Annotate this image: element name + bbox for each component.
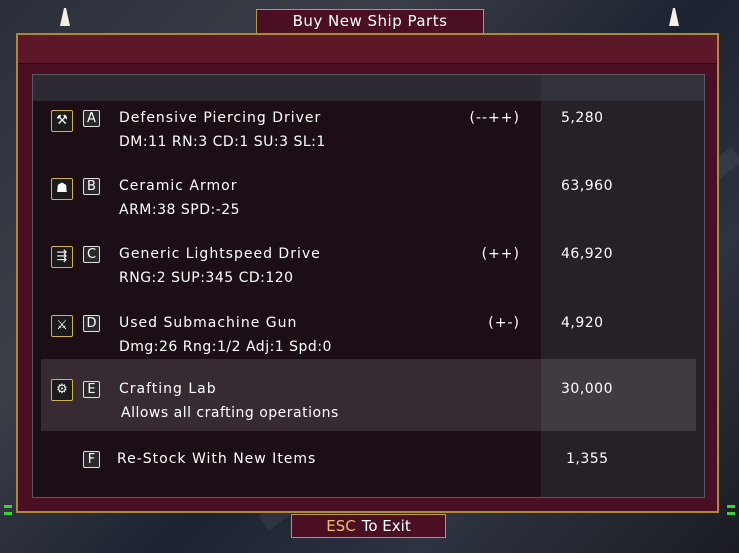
item-modifier: (--++) [469, 110, 520, 126]
item-key-b[interactable]: B [83, 178, 100, 195]
armor-icon: ☗ [51, 178, 73, 200]
item-key-a[interactable]: A [83, 110, 100, 127]
list-item[interactable]: F Re-Stock With New Items 1,355 [41, 445, 696, 511]
item-price: 30,000 [561, 381, 613, 397]
item-price: 63,960 [561, 178, 613, 194]
gun-icon: ⚔ [51, 315, 73, 337]
item-price: 5,280 [561, 110, 604, 126]
exit-button[interactable]: ESC To Exit [291, 514, 446, 538]
item-modifier: (++) [481, 246, 520, 262]
item-name: Used Submachine Gun [119, 315, 298, 331]
side-indicator [4, 512, 12, 515]
list-item[interactable]: ☗ B Ceramic Armor ARM:38 SPD:-25 63,960 [41, 173, 696, 239]
side-indicator [727, 512, 735, 515]
drive-icon: ⇶ [51, 246, 73, 268]
item-name: Ceramic Armor [119, 178, 238, 194]
item-stats: Dmg:26 Rng:1/2 Adj:1 Spd:0 [119, 339, 332, 355]
piercing-driver-icon: ⚒ [51, 110, 73, 132]
item-price: 4,920 [561, 315, 604, 331]
item-price: 1,355 [566, 451, 609, 467]
list-item[interactable]: ⚙ E Crafting Lab Allows all crafting ope… [41, 359, 696, 431]
item-key-c[interactable]: C [83, 246, 100, 263]
item-name: Crafting Lab [119, 381, 217, 397]
item-stats: ARM:38 SPD:-25 [119, 202, 241, 218]
exit-label: To Exit [361, 517, 411, 535]
window-title: Buy New Ship Parts [256, 9, 484, 33]
corner-light [669, 8, 679, 26]
window-header-bar [18, 35, 717, 64]
list-item[interactable]: ⇶ C Generic Lightspeed Drive RNG:2 SUP:3… [41, 241, 696, 307]
item-key-d[interactable]: D [83, 315, 100, 332]
side-indicator [4, 505, 12, 508]
item-stats: Allows all crafting operations [121, 405, 339, 421]
item-name: Generic Lightspeed Drive [119, 246, 321, 262]
item-modifier: (+-) [488, 315, 520, 331]
item-list-panel: ⚒ A Defensive Piercing Driver DM:11 RN:3… [32, 74, 705, 498]
item-stats: RNG:2 SUP:345 CD:120 [119, 270, 294, 286]
crafting-gear-icon: ⚙ [51, 379, 73, 401]
item-price: 46,920 [561, 246, 613, 262]
item-key-f[interactable]: F [83, 451, 100, 468]
item-key-e[interactable]: E [83, 381, 100, 398]
item-name: Defensive Piercing Driver [119, 110, 322, 126]
side-indicator [727, 505, 735, 508]
corner-light [60, 8, 70, 26]
list-item[interactable]: ⚒ A Defensive Piercing Driver DM:11 RN:3… [41, 105, 696, 171]
item-name: Re-Stock With New Items [117, 451, 317, 467]
item-stats: DM:11 RN:3 CD:1 SU:3 SL:1 [119, 134, 326, 150]
esc-key-label: ESC [326, 517, 356, 535]
